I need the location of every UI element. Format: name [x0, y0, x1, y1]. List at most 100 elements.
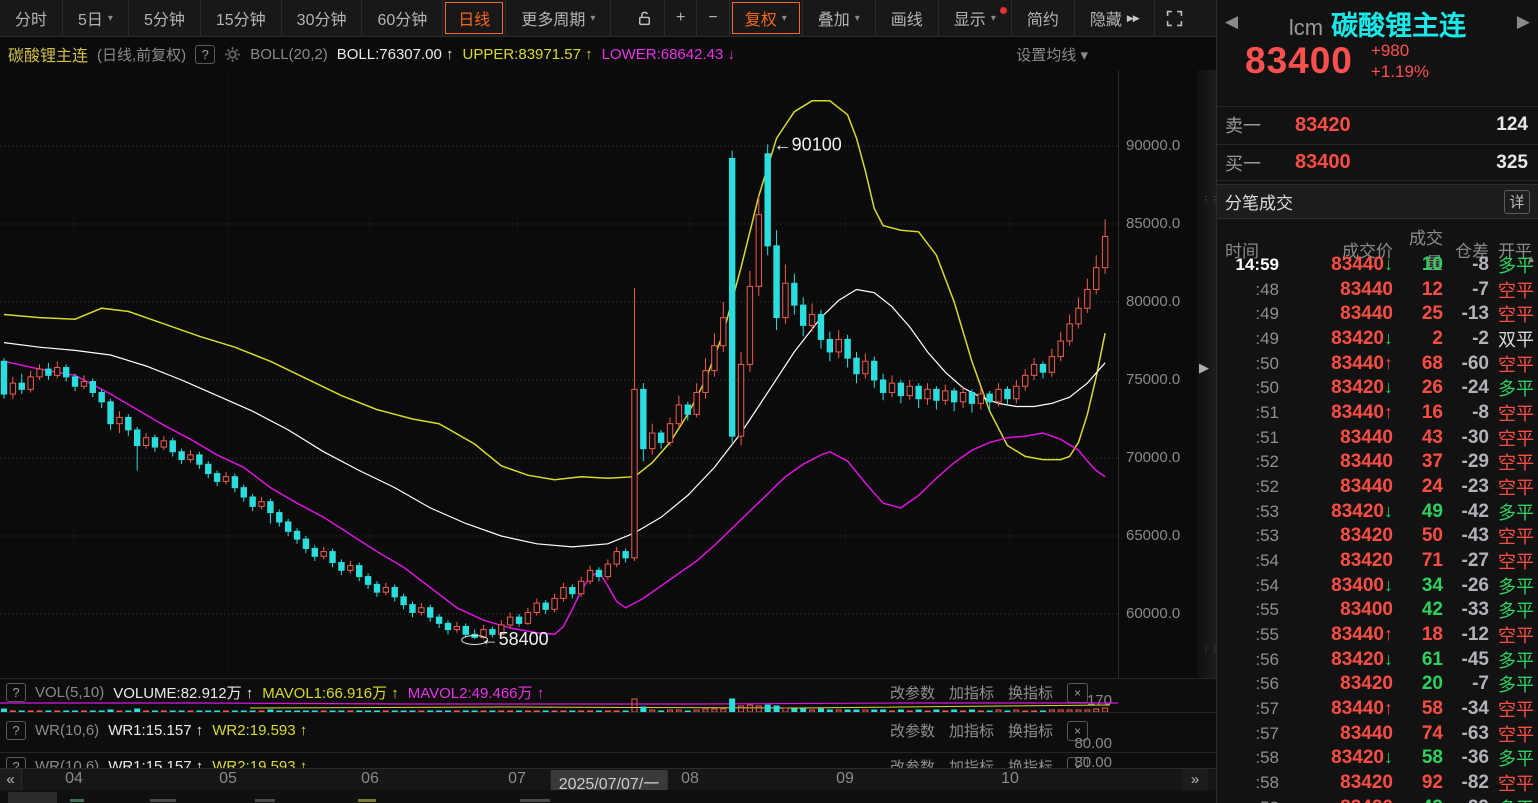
wr-pane: ? WR(10,6) WR1:15.157 ↑ WR2:19.593 ↑ 改参数… — [0, 712, 1216, 752]
period-tab-1[interactable]: 分时 — [0, 0, 63, 36]
price-axis-label: 70000.0 — [1126, 449, 1206, 466]
period-tab-3[interactable]: 5分钟 — [129, 0, 201, 36]
period-toolbar: 分时5日▾5分钟15分钟30分钟60分钟日线更多周期▾ +−复权▾叠加▾画线显示▾… — [0, 0, 1216, 37]
boll-param-label: BOLL(20,2) — [250, 46, 328, 63]
wr1-value: WR1:15.157 ↑ — [108, 758, 203, 769]
switch-indicator-button[interactable]: 换指标 — [1008, 756, 1053, 768]
down-arrow-icon: ↓ — [1384, 328, 1393, 348]
period-tab-2[interactable]: 5日▾ — [63, 0, 129, 36]
time-axis-label: 05 — [219, 770, 237, 788]
splitter-grip-top: ⋮⋮⋮ — [1202, 198, 1211, 207]
ask-row: 卖一 83420 124 — [1217, 106, 1538, 143]
tick-row: :4983420↓2-2双平 — [1221, 326, 1534, 351]
wr-indicator-label: WR(10,6) — [35, 758, 99, 769]
period-tab-8[interactable]: 更多周期▾ — [506, 0, 611, 36]
trading-app-window: 分时5日▾5分钟15分钟30分钟60分钟日线更多周期▾ +−复权▾叠加▾画线显示▾… — [0, 0, 1538, 803]
boll-upper-value: UPPER:83971.57 ↑ — [463, 46, 593, 63]
scroll-left-button[interactable]: « — [0, 769, 22, 790]
lock-icon — [636, 10, 653, 27]
chart-mode-label: (日线,前复权) — [97, 44, 186, 65]
chart-plot-svg[interactable]: ←90100←58400 — [0, 70, 1118, 678]
wr-pane-clipped: ? WR(10,6) WR1:15.157 ↑ WR2:19.593 ↑ 改参数… — [0, 752, 1216, 768]
boll-value: BOLL:76307.00 ↑ — [337, 46, 454, 63]
ticks-title: 分笔成交 — [1225, 189, 1293, 214]
lock-icon[interactable] — [625, 0, 665, 36]
switch-indicator-button[interactable]: 换指标 — [1008, 720, 1053, 741]
contract-name: 碳酸锂主连 — [1331, 11, 1466, 41]
wr-indicator-label: WR(10,6) — [35, 722, 99, 739]
fullscreen-icon[interactable] — [1155, 0, 1194, 36]
tick-row: :5483400↓34-26多平 — [1221, 573, 1534, 598]
zoom-in-button[interactable]: + — [665, 0, 697, 36]
hide-button[interactable]: 隐藏▶▶ — [1075, 0, 1155, 36]
simple-mode-button[interactable]: 简约 — [1012, 0, 1075, 36]
tick-row: :5083420↓26-24多平 — [1221, 375, 1534, 400]
change-params-button[interactable]: 改参数 — [890, 756, 935, 768]
ma-settings-dropdown[interactable]: 设置均线 ▾ — [1016, 44, 1088, 65]
time-axis-label: 10 — [1001, 770, 1019, 788]
period-tab-7[interactable]: 日线 — [443, 0, 506, 36]
add-indicator-button[interactable]: 加指标 — [949, 756, 994, 768]
period-tab-5[interactable]: 30分钟 — [282, 0, 363, 36]
fullscreen-icon — [1166, 10, 1183, 27]
down-arrow-icon: ↓ — [1384, 501, 1393, 521]
ask-price: 83420 — [1295, 114, 1413, 137]
notification-dot — [1000, 7, 1007, 14]
ticks-scroll-up-icon[interactable]: ▲ — [1526, 254, 1536, 265]
tick-row: :5383420↓49-42多平 — [1221, 499, 1534, 524]
add-indicator-button[interactable]: 加指标 — [949, 720, 994, 741]
gear-icon[interactable] — [224, 46, 241, 63]
down-arrow-icon: ↓ — [1384, 254, 1393, 274]
tick-row: :538342050-43空平 — [1221, 523, 1534, 548]
zoom-out-button[interactable]: − — [697, 0, 729, 36]
candlestick-chart[interactable]: ←90100←58400 — [0, 70, 1216, 678]
tick-row: :588342092-82空平 — [1221, 770, 1534, 795]
ask-volume: 124 — [1413, 114, 1528, 136]
tick-row: :568342020-7多平 — [1221, 671, 1534, 696]
display-button[interactable]: 显示▾ — [939, 0, 1012, 36]
price-axis-label: 85000.0 — [1126, 215, 1206, 232]
help-icon[interactable]: ? — [6, 757, 26, 769]
bid-volume: 325 — [1413, 152, 1528, 174]
chevron-down-icon: ▾ — [108, 13, 113, 24]
help-icon[interactable]: ? — [6, 721, 26, 740]
volume-bars-svg — [0, 696, 1118, 712]
ticks-detail-button[interactable]: 详 — [1504, 190, 1530, 214]
up-arrow-icon: ↑ — [1384, 353, 1393, 373]
down-arrow-icon: ↓ — [1384, 575, 1393, 595]
double-chevron-icon: ▶▶ — [1127, 13, 1139, 24]
wr1-value: WR1:15.157 ↑ — [108, 722, 203, 739]
axis-divider — [1118, 70, 1119, 768]
splitter-grip-bottom: ⋮⋮⋮ — [1202, 648, 1211, 657]
overlay-button[interactable]: 叠加▾ — [803, 0, 876, 36]
contract-code: lcm — [1289, 15, 1323, 40]
draw-line-button[interactable]: 画线 — [876, 0, 939, 36]
clipped-tab — [8, 792, 57, 803]
help-icon[interactable]: ? — [195, 45, 215, 64]
chevron-down-icon: ▾ — [991, 13, 996, 24]
bid-price: 83400 — [1295, 151, 1413, 174]
change-params-button[interactable]: 改参数 — [890, 720, 935, 741]
boll-lower-line — [4, 361, 1105, 634]
period-tab-4[interactable]: 15分钟 — [201, 0, 282, 36]
down-arrow-icon: ↓ — [1384, 649, 1393, 669]
chevron-down-icon: ▾ — [590, 13, 595, 24]
chevron-down-icon: ▾ — [782, 13, 787, 24]
tick-row: :5083440↑68-60空平 — [1221, 351, 1534, 376]
ticks-list[interactable]: 14:5983440↓10-8多平:488344012-7空平:49834402… — [1217, 252, 1538, 803]
tick-row: :528344037-29空平 — [1221, 449, 1534, 474]
time-axis-label: 09 — [836, 770, 854, 788]
chart-symbol-name: 碳酸锂主连 — [8, 42, 88, 66]
price-axis-label: 65000.0 — [1126, 527, 1206, 544]
tick-row: :518344043-30空平 — [1221, 425, 1534, 450]
period-tab-6[interactable]: 60分钟 — [362, 0, 443, 36]
tick-row: :528344024-23空平 — [1221, 474, 1534, 499]
adjust-button[interactable]: 复权▾ — [730, 0, 803, 36]
price-change: +980 +1.19% — [1371, 40, 1429, 82]
last-price: 83400 — [1245, 40, 1353, 82]
price-axis-label: 60000.0 — [1126, 605, 1206, 622]
up-arrow-icon: ↑ — [1384, 698, 1393, 718]
time-axis-label: 04 — [65, 770, 83, 788]
tick-row: :488344012-7空平 — [1221, 277, 1534, 302]
scroll-right-button[interactable]: » — [1182, 769, 1208, 790]
